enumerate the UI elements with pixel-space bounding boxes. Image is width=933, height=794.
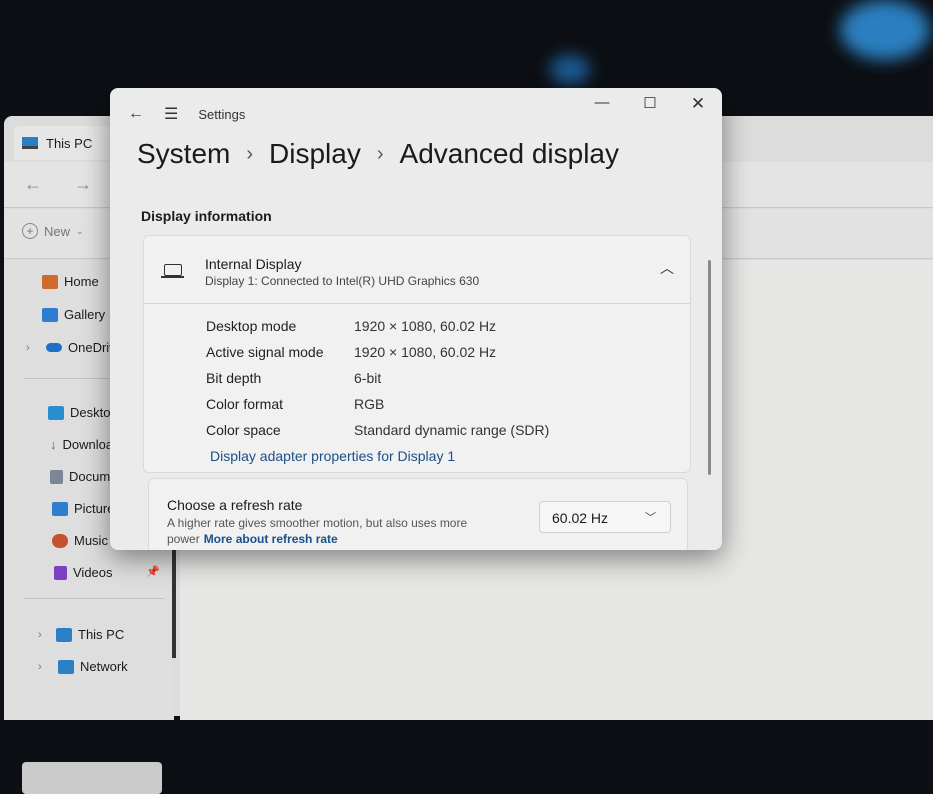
breadcrumb-system[interactable]: System — [137, 138, 230, 170]
this-pc-icon — [22, 137, 38, 149]
settings-window: ← ☰ Settings — ☐ ✕ System › Display › Ad… — [110, 88, 722, 550]
info-key: Color space — [206, 422, 281, 438]
sidebar-item-label: Gallery — [64, 307, 106, 322]
chevron-right-icon: › — [246, 142, 254, 165]
sidebar-item-label: This PC — [78, 627, 125, 642]
download-icon: ↓ — [50, 437, 57, 452]
new-button[interactable]: + New ⌄ — [22, 223, 84, 239]
chevron-down-icon: ﹀ — [645, 512, 656, 524]
chevron-right-icon[interactable]: › — [38, 629, 42, 641]
display-name: Internal Display — [205, 256, 302, 272]
page-title: Advanced display — [399, 138, 619, 169]
info-key: Bit depth — [206, 370, 262, 386]
pin-icon[interactable]: 📌 — [146, 565, 160, 578]
sidebar-item-label: Music — [74, 533, 108, 548]
sidebar-scrollbar[interactable] — [172, 548, 176, 658]
cloud-icon — [46, 343, 62, 352]
display-info-card: Internal Display Display 1: Connected to… — [143, 235, 691, 473]
home-icon — [42, 274, 58, 289]
info-key: Desktop mode — [206, 318, 297, 334]
refresh-rate-card: Choose a refresh rate A higher rate give… — [148, 478, 688, 550]
title-bar: ← ☰ Settings — [128, 104, 245, 124]
refresh-rate-description: A higher rate gives smoother motion, but… — [167, 515, 497, 547]
breadcrumb: System › Display › Advanced display — [137, 138, 619, 170]
more-about-refresh-rate-link[interactable]: More about refresh rate — [204, 532, 338, 546]
info-row: Active signal mode 1920 × 1080, 60.02 Hz — [206, 344, 496, 360]
info-row: Color space Standard dynamic range (SDR) — [206, 422, 549, 438]
tab-this-pc[interactable]: This PC — [14, 126, 124, 160]
sidebar-item-this-pc[interactable]: › This PC — [38, 627, 186, 642]
sidebar-item-network[interactable]: › Network — [38, 659, 188, 674]
sidebar-item-label: Network — [80, 659, 128, 674]
background-bokeh — [550, 55, 590, 85]
divider — [24, 598, 164, 599]
music-icon — [52, 533, 68, 548]
gallery-icon — [42, 307, 58, 322]
background-bokeh — [840, 0, 930, 60]
new-label: New — [44, 223, 71, 239]
forward-arrow-icon[interactable]: → — [74, 174, 92, 195]
refresh-rate-dropdown[interactable]: 60.02 Hz ﹀ — [539, 501, 671, 533]
info-value: Standard dynamic range (SDR) — [354, 422, 550, 438]
display-info-header[interactable]: Internal Display Display 1: Connected to… — [144, 236, 690, 304]
chevron-right-icon[interactable]: › — [26, 342, 30, 354]
sidebar-item-videos[interactable]: Videos — [54, 565, 184, 580]
chevron-up-icon[interactable]: ︿ — [660, 258, 674, 278]
info-key: Color format — [206, 396, 284, 412]
sidebar-item-label: Home — [64, 274, 99, 289]
settings-scrollbar[interactable] — [708, 260, 711, 475]
refresh-rate-title: Choose a refresh rate — [167, 497, 303, 513]
documents-icon — [50, 469, 63, 484]
back-arrow-icon[interactable]: ← — [128, 105, 144, 123]
chevron-right-icon: › — [376, 142, 384, 165]
app-title: Settings — [198, 106, 246, 122]
info-row: Color format RGB — [206, 396, 384, 412]
breadcrumb-display[interactable]: Display — [269, 138, 361, 170]
section-heading: Display information — [141, 208, 272, 224]
selected-refresh-rate: 60.02 Hz — [552, 510, 609, 526]
network-icon — [58, 659, 74, 674]
minimize-icon[interactable]: — — [582, 94, 622, 111]
info-value: 6-bit — [354, 370, 382, 386]
sidebar-item-label: Downloa — [62, 437, 114, 452]
display-subtitle: Display 1: Connected to Intel(R) UHD Gra… — [205, 274, 480, 288]
videos-icon — [54, 565, 67, 580]
sidebar-item-label: Videos — [73, 565, 113, 580]
close-icon[interactable]: ✕ — [678, 94, 718, 114]
hamburger-menu-icon[interactable]: ☰ — [164, 104, 178, 124]
info-row: Desktop mode 1920 × 1080, 60.02 Hz — [206, 318, 496, 334]
desktop-folder-icon — [48, 405, 64, 420]
selected-row-highlight — [22, 762, 162, 794]
info-row: Bit depth 6-bit — [206, 370, 381, 386]
back-arrow-icon[interactable]: ← — [24, 174, 42, 195]
pictures-icon — [52, 501, 68, 516]
tab-label: This PC — [46, 135, 93, 151]
display-adapter-properties-link[interactable]: Display adapter properties for Display 1 — [210, 448, 455, 464]
info-value: 1920 × 1080, 60.02 Hz — [354, 344, 497, 360]
chevron-down-icon: ⌄ — [76, 225, 84, 236]
info-value: RGB — [354, 396, 385, 412]
info-key: Active signal mode — [206, 344, 324, 360]
maximize-icon[interactable]: ☐ — [630, 94, 670, 112]
this-pc-icon — [56, 627, 72, 642]
plus-icon: + — [22, 223, 38, 239]
laptop-icon — [161, 264, 184, 278]
info-value: 1920 × 1080, 60.02 Hz — [354, 318, 497, 334]
chevron-right-icon[interactable]: › — [38, 661, 42, 673]
